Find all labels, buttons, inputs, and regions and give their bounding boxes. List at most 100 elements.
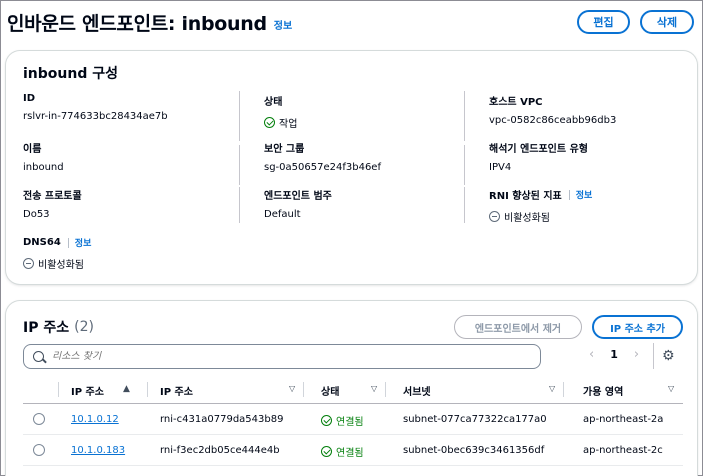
ip-count: (2) bbox=[74, 319, 94, 335]
subnet-cell: subnet-0bec639c3461356df bbox=[403, 445, 545, 456]
rni-value-text: 비활성화됨 bbox=[504, 213, 550, 224]
column-divider bbox=[58, 382, 59, 397]
field-category: 엔드포인트 범주 Default bbox=[264, 187, 332, 220]
status-cell: 연결됨 bbox=[321, 413, 364, 428]
column-header-rni[interactable]: IP 주소 bbox=[160, 383, 193, 398]
ip-actions: 엔드포인트에서 제거 IP 주소 추가 bbox=[454, 315, 683, 339]
dns64-value-text: 비활성화됨 bbox=[38, 260, 84, 271]
subnet-cell: subnet-077ca77322ca177a0 bbox=[403, 414, 547, 425]
header-actions: 편집 삭제 bbox=[577, 10, 694, 34]
check-circle-icon bbox=[264, 117, 275, 128]
protocol-value: Do53 bbox=[23, 209, 50, 220]
resolver-type-label: 해석기 엔드포인트 유형 bbox=[489, 144, 588, 155]
rni-label: RNI 향상된 지표 bbox=[489, 191, 562, 202]
ip-table: IP 주소 ▲ IP 주소 ▽ 상태 ▽ 서브넷 ▽ 가용 영역 ▽ 10.1.… bbox=[23, 374, 683, 466]
status-value: 작업 bbox=[264, 115, 297, 130]
row-radio[interactable] bbox=[33, 413, 45, 425]
dns64-label-row: DNS64 정보 bbox=[23, 236, 91, 249]
minus-circle-icon bbox=[489, 211, 500, 222]
column-divider bbox=[385, 382, 386, 397]
rni-cell: rni-f3ec2db05ce444e4b bbox=[160, 445, 280, 456]
search-icon bbox=[33, 351, 44, 362]
column-header-subnet[interactable]: 서브넷 bbox=[403, 383, 431, 398]
vpc-value: vpc-0582c86ceabb96db3 bbox=[489, 115, 617, 126]
vpc-label: 호스트 VPC bbox=[489, 97, 543, 108]
ip-address-container: IP 주소 (2) 엔드포인트에서 제거 IP 주소 추가 ‹ 1 › ⚙ IP… bbox=[6, 301, 697, 476]
column-header-az[interactable]: 가용 영역 bbox=[583, 383, 623, 398]
field-id: ID rslvr-in-774633bc28434ae7b bbox=[23, 93, 168, 122]
ip-link[interactable]: 10.1.0.12 bbox=[71, 414, 119, 425]
sg-value: sg-0a50657e24f3b46ef bbox=[264, 162, 381, 173]
column-divider bbox=[239, 91, 240, 141]
sort-icon[interactable]: ▽ bbox=[371, 384, 377, 393]
sort-icon[interactable]: ▽ bbox=[289, 384, 295, 393]
rni-label-row: RNI 향상된 지표 정보 bbox=[489, 187, 592, 202]
search-input[interactable] bbox=[52, 351, 452, 362]
remove-from-endpoint-button[interactable]: 엔드포인트에서 제거 bbox=[454, 315, 582, 339]
field-security-group: 보안 그룹 sg-0a50657e24f3b46ef bbox=[264, 140, 381, 173]
chevron-right-icon[interactable]: › bbox=[634, 347, 639, 362]
sort-icon[interactable]: ▽ bbox=[549, 384, 555, 393]
rni-cell: rni-c431a0779da543b89 bbox=[160, 414, 284, 425]
id-label: ID bbox=[23, 93, 36, 104]
az-cell: ap-northeast-2a bbox=[583, 414, 664, 425]
divider bbox=[653, 343, 654, 369]
column-header-ip[interactable]: IP 주소 bbox=[71, 383, 104, 398]
field-name: 이름 inbound bbox=[23, 140, 64, 173]
column-header-status[interactable]: 상태 bbox=[321, 383, 339, 398]
column-divider bbox=[147, 382, 148, 397]
ip-link[interactable]: 10.1.0.183 bbox=[71, 445, 125, 456]
protocol-label: 전송 프로토콜 bbox=[23, 191, 82, 202]
check-circle-icon bbox=[321, 446, 332, 457]
row-radio[interactable] bbox=[33, 444, 45, 456]
config-container: inbound 구성 ID rslvr-in-774633bc28434ae7b… bbox=[6, 51, 697, 284]
ip-header: IP 주소 (2) 엔드포인트에서 제거 IP 주소 추가 bbox=[23, 315, 683, 339]
config-title: inbound 구성 bbox=[23, 66, 118, 82]
status-label: 상태 bbox=[264, 97, 283, 108]
page-number[interactable]: 1 bbox=[610, 348, 618, 361]
category-label: 엔드포인트 범주 bbox=[264, 191, 332, 202]
dns64-info-link[interactable]: 정보 bbox=[75, 236, 92, 249]
column-divider bbox=[239, 145, 240, 185]
divider bbox=[67, 237, 69, 248]
name-label: 이름 bbox=[23, 144, 42, 155]
field-rni: RNI 향상된 지표 정보 비활성화됨 bbox=[489, 187, 592, 224]
sort-ascending-icon[interactable]: ▲ bbox=[123, 384, 130, 394]
divider bbox=[568, 189, 570, 200]
field-resolver-type: 해석기 엔드포인트 유형 IPV4 bbox=[489, 140, 588, 173]
rni-info-link[interactable]: 정보 bbox=[576, 188, 593, 201]
sort-icon[interactable]: ▽ bbox=[668, 384, 674, 393]
field-vpc: 호스트 VPC vpc-0582c86ceabb96db3 bbox=[489, 93, 616, 126]
gear-icon[interactable]: ⚙ bbox=[662, 348, 675, 364]
column-divider bbox=[239, 187, 240, 223]
id-value: rslvr-in-774633bc28434ae7b bbox=[23, 111, 168, 122]
status-cell: 연결됨 bbox=[321, 444, 364, 459]
status-text: 연결됨 bbox=[336, 448, 364, 459]
name-value: inbound bbox=[23, 162, 64, 173]
table-header: IP 주소 ▲ IP 주소 ▽ 상태 ▽ 서브넷 ▽ 가용 영역 ▽ bbox=[23, 374, 683, 404]
resolver-type-value: IPV4 bbox=[489, 162, 512, 173]
edit-button[interactable]: 편집 bbox=[577, 10, 630, 34]
field-dns64: DNS64 정보 비활성화됨 bbox=[23, 236, 91, 271]
az-cell: ap-northeast-2c bbox=[583, 445, 663, 456]
title-info-link[interactable]: 정보 bbox=[274, 17, 292, 32]
search-box bbox=[23, 344, 541, 369]
ip-title: IP 주소 bbox=[23, 320, 70, 336]
category-value: Default bbox=[264, 209, 301, 220]
column-divider bbox=[303, 382, 304, 397]
chevron-left-icon[interactable]: ‹ bbox=[589, 347, 594, 362]
pagination: ‹ 1 › bbox=[589, 347, 639, 362]
column-divider bbox=[563, 382, 564, 397]
delete-button[interactable]: 삭제 bbox=[640, 10, 694, 34]
field-status: 상태 작업 bbox=[264, 93, 297, 130]
page-title: 인바운드 엔드포인트: inbound bbox=[7, 12, 267, 35]
table-row[interactable]: 10.1.0.12 rni-c431a0779da543b89 연결됨 subn… bbox=[23, 404, 683, 435]
dns64-label: DNS64 bbox=[23, 237, 61, 248]
add-ip-address-button[interactable]: IP 주소 추가 bbox=[592, 315, 683, 339]
dns64-value: 비활성화됨 bbox=[23, 256, 91, 271]
minus-circle-icon bbox=[23, 258, 34, 269]
table-row[interactable]: 10.1.0.183 rni-f3ec2db05ce444e4b 연결됨 sub… bbox=[23, 435, 683, 466]
check-circle-icon bbox=[321, 415, 332, 426]
page-header: 인바운드 엔드포인트: inbound 정보 편집 삭제 bbox=[7, 7, 694, 37]
status-value-text: 작업 bbox=[279, 119, 298, 130]
